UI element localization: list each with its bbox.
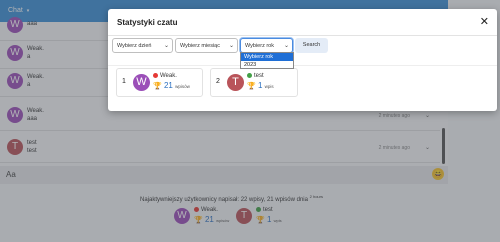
year-dropdown-list: Wybierz rok 2023 bbox=[240, 52, 294, 69]
ranking-card: 2 T test 🏆 1 wpis bbox=[210, 68, 298, 97]
avatar: W bbox=[133, 74, 150, 91]
chevron-down-icon: ⌄ bbox=[228, 43, 234, 49]
close-icon[interactable]: ✕ bbox=[480, 15, 489, 28]
year-option[interactable]: 2023 bbox=[241, 61, 293, 69]
year-select[interactable]: Wybierz rok ⌄ bbox=[240, 38, 293, 53]
modal-title: Statystyki czatu bbox=[117, 18, 178, 27]
chevron-down-icon: ⌄ bbox=[283, 43, 289, 49]
user-count: 🏆 21 wpisów bbox=[153, 81, 190, 90]
avatar: T bbox=[227, 74, 244, 91]
trophy-icon: 🏆 bbox=[247, 83, 256, 90]
chevron-down-icon: ⌄ bbox=[163, 43, 169, 49]
chat-stats-modal: Statystyki czatu ✕ Wybierz dzień ⌄ Wybie… bbox=[108, 9, 497, 111]
search-button[interactable]: Search bbox=[295, 38, 328, 53]
user-name: test bbox=[247, 73, 264, 79]
divider bbox=[108, 35, 497, 36]
day-select[interactable]: Wybierz dzień ⌄ bbox=[112, 38, 173, 53]
year-option[interactable]: Wybierz rok bbox=[241, 53, 293, 61]
user-count: 🏆 1 wpis bbox=[247, 81, 274, 90]
trophy-icon: 🏆 bbox=[153, 83, 162, 90]
status-dot bbox=[247, 73, 252, 78]
divider bbox=[108, 65, 497, 66]
rank-number: 2 bbox=[216, 78, 220, 85]
rank-number: 1 bbox=[122, 78, 126, 85]
status-dot bbox=[153, 73, 158, 78]
month-select[interactable]: Wybierz miesiąc ⌄ bbox=[175, 38, 238, 53]
ranking-card: 1 W Weak. 🏆 21 wpisów bbox=[116, 68, 203, 97]
user-name: Weak. bbox=[153, 73, 177, 79]
